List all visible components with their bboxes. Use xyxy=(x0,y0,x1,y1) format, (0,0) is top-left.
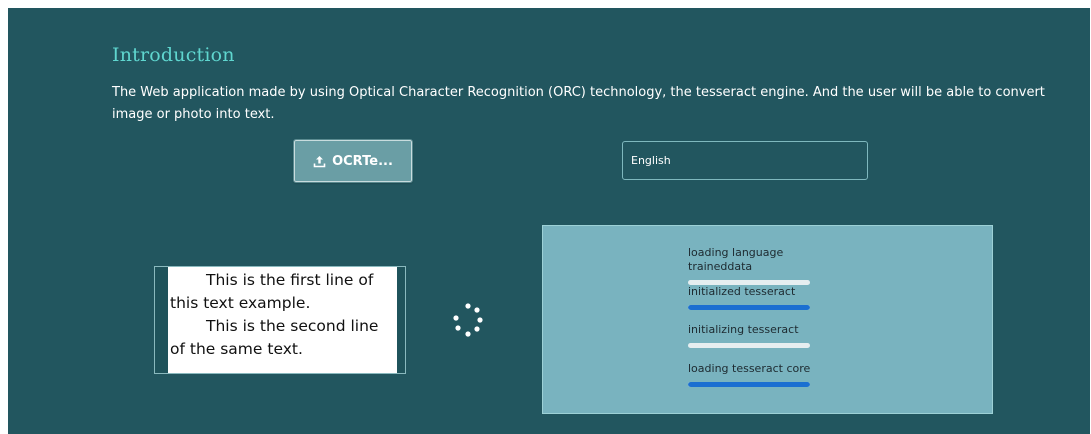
language-select[interactable]: English xyxy=(622,141,868,180)
progress-step-label: initializing tesseract xyxy=(688,323,799,336)
upload-icon xyxy=(313,155,326,168)
progress-step: initialized tesseract xyxy=(688,285,848,310)
progress-step-label: loading tesseract core xyxy=(688,362,811,375)
progress-step: initializing tesseract xyxy=(688,323,848,348)
app-frame: Introduction The Web application made by… xyxy=(8,8,1090,434)
progress-bar xyxy=(688,343,810,348)
preview-line: This is the first line of xyxy=(206,271,374,289)
intro-title: Introduction xyxy=(112,44,235,66)
language-select-value: English xyxy=(631,154,671,167)
progress-bar xyxy=(688,305,810,310)
intro-description: The Web application made by using Optica… xyxy=(112,85,1045,122)
preview-line: this text example. xyxy=(170,294,311,312)
loading-spinner-icon xyxy=(448,300,488,340)
progress-bar xyxy=(688,382,810,387)
progress-step-label: initialized tesseract xyxy=(688,285,796,298)
progress-bar-fill xyxy=(688,382,810,387)
upload-button[interactable]: OCRTe... xyxy=(293,139,413,183)
progress-panel: loading language traineddata initialized… xyxy=(542,225,993,414)
preview-line: of the same text. xyxy=(170,340,303,358)
image-preview: This is the first line of this text exam… xyxy=(154,266,406,374)
preview-image: This is the first line of this text exam… xyxy=(168,267,397,373)
upload-button-label: OCRTe... xyxy=(332,153,393,169)
progress-step: loading tesseract core xyxy=(688,362,848,387)
progress-step: loading language traineddata xyxy=(688,246,848,285)
progress-step-label: loading language traineddata xyxy=(688,246,784,273)
progress-bar-fill xyxy=(688,305,810,310)
preview-line: This is the second line xyxy=(206,317,379,335)
